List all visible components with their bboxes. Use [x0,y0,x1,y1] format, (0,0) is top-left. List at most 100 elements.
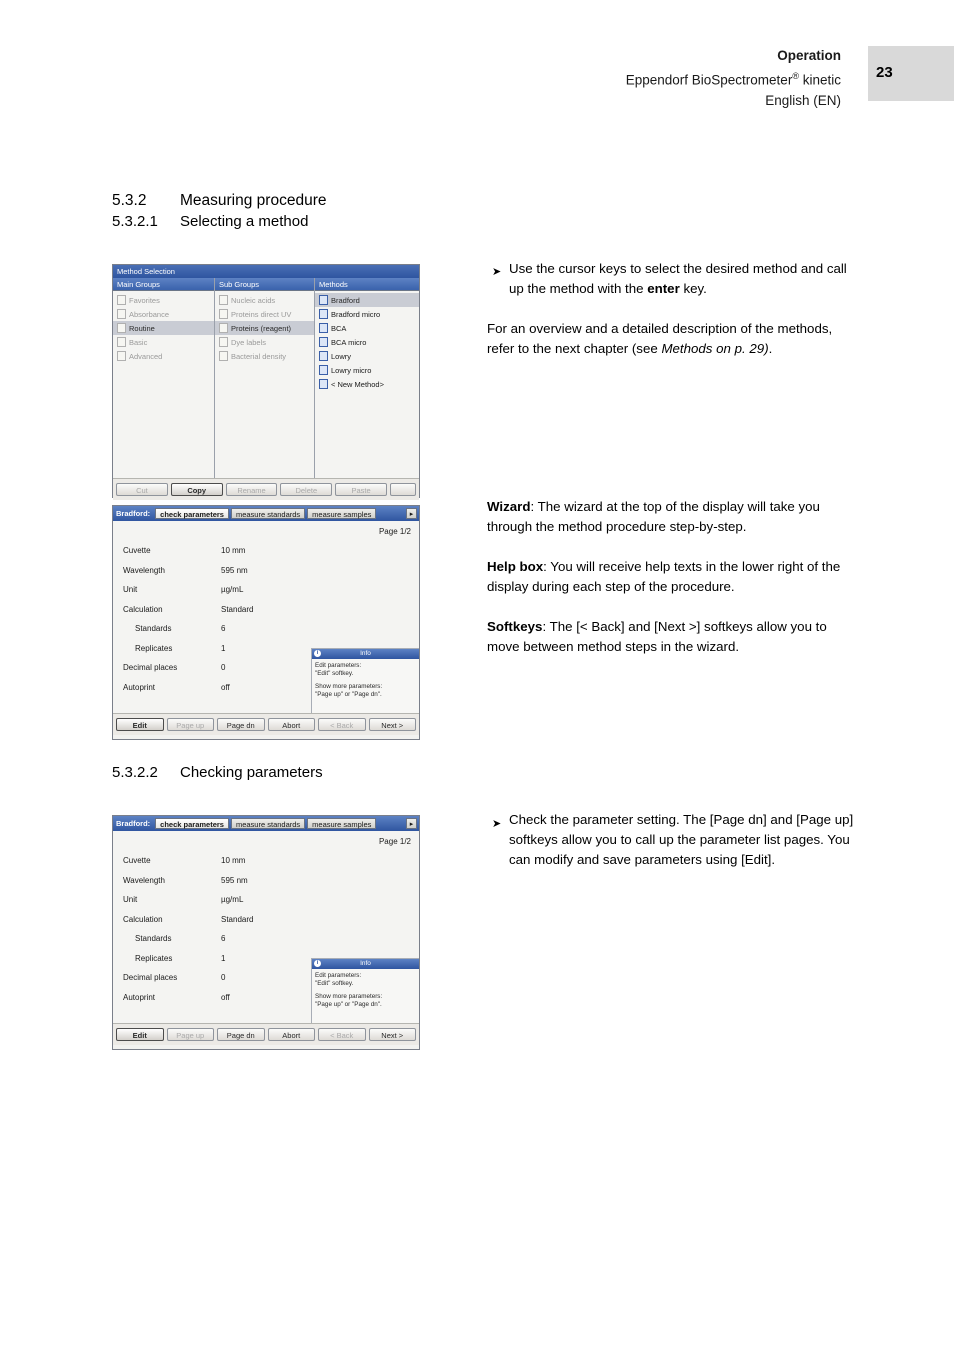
method-lowry-micro[interactable]: Lowry micro [315,363,419,377]
empty-softkey[interactable] [389,483,416,496]
methods-reference-link: Methods on p. 29) [661,341,769,356]
tab-measure-standards-1[interactable]: measure standards [230,508,306,519]
page-indicator-1: Page 1/2 [378,527,411,536]
method-bradford[interactable]: Bradford [315,293,419,307]
folder-icon [117,337,126,347]
wizard-text: : The wizard at the top of the display w… [487,499,820,534]
info-box-title-2: Info [360,960,371,967]
tab-measure-samples-1[interactable]: measure samples [307,508,377,519]
param-value-cuvette-2: 10 mm [221,856,246,866]
param-value-unit-1: µg/mL [221,585,244,595]
info-line-1-2: Edit parameters: [315,972,362,979]
header-line-operation: Operation [777,48,841,63]
wizard-description: Wizard: The wizard at the top of the dis… [487,497,854,537]
copy-button[interactable]: Copy [170,483,223,496]
info-line-2-1: "Edit" softkey. [315,670,354,677]
abort-softkey-1[interactable]: Abort [267,718,315,731]
wizard-method-name-2: Bradford: [116,819,151,828]
info-line-group-1b: Show more parameters: "Page up" or "Page… [315,683,416,699]
param-name-standards-2: Standards [135,934,172,944]
sub-group-proteins-reagent[interactable]: Proteins (reagent) [215,321,314,335]
chevron-right-icon[interactable]: ▸ [406,508,417,519]
param-name-cuvette-2: Cuvette [123,856,151,866]
page-header: Operation Eppendorf BioSpectrometer® kin… [0,46,954,110]
method-bca-micro[interactable]: BCA micro [315,335,419,349]
tab-check-parameters-2[interactable]: check parameters [155,818,229,829]
param-value-decimal-places-1: 0 [221,663,226,673]
edit-softkey-2[interactable]: Edit [116,1028,164,1041]
main-group-advanced[interactable]: Advanced [113,349,214,363]
param-value-standards-1: 6 [221,624,226,634]
next-softkey-1[interactable]: Next > [368,718,416,731]
method-new-method[interactable]: < New Method> [315,377,419,391]
folder-icon [219,309,228,319]
section-532-title: Measuring procedure [180,192,327,209]
section-5322-number: 5.3.2.2 [112,764,158,781]
page-number: 23 [876,64,893,81]
method-bradford-micro[interactable]: Bradford micro [315,307,419,321]
next-softkey-2[interactable]: Next > [368,1028,416,1041]
column-header-methods: Methods [315,278,419,291]
helpbox-label: Help box [487,559,544,574]
abort-softkey-2[interactable]: Abort [267,1028,315,1041]
tab-measure-standards-2[interactable]: measure standards [230,818,306,829]
param-row-calculation-2: Calculation Standard [113,910,419,930]
main-group-favorites[interactable]: Favorites [113,293,214,307]
header-product-post: kinetic [798,72,841,88]
param-name-wavelength-1: Wavelength [123,565,165,575]
back-softkey-2[interactable]: < Back [318,1028,366,1041]
sub-group-nucleic-acids[interactable]: Nucleic acids [215,293,314,307]
sub-group-proteins-direct-uv[interactable]: Proteins direct UV [215,307,314,321]
param-row-cuvette-2: Cuvette 10 mm [113,851,419,871]
param-value-autoprint-1: off [221,682,230,692]
chevron-right-icon[interactable]: ▸ [406,818,417,829]
param-name-calculation-2: Calculation [123,914,163,924]
info-line-group-2b: Show more parameters: "Page up" or "Page… [315,993,416,1009]
method-lowry-micro-label: Lowry micro [331,365,372,375]
method-selection-screenshot: Method Selection Main Groups Favorites A… [112,264,420,500]
back-softkey-1[interactable]: < Back [318,718,366,731]
method-bca[interactable]: BCA [315,321,419,335]
column-methods: Methods Bradford Bradford micro BCA BCA … [315,278,419,478]
page-up-softkey-2[interactable]: Page up [166,1028,214,1041]
param-row-unit-2: Unit µg/mL [113,890,419,910]
param-row-unit-1: Unit µg/mL [113,580,419,600]
rename-button[interactable]: Rename [225,483,278,496]
main-group-basic[interactable]: Basic [113,335,214,349]
param-value-cuvette-1: 10 mm [221,546,246,556]
param-name-unit-2: Unit [123,895,138,905]
edit-softkey-1[interactable]: Edit [116,718,164,731]
sub-group-proteins-direct-uv-label: Proteins direct UV [231,309,292,319]
param-value-standards-2: 6 [221,934,226,944]
param-name-unit-1: Unit [123,585,138,595]
wizard-tabbar-2: Bradford: check parameters measure stand… [113,816,419,831]
header-line-language: English (EN) [765,92,841,108]
sub-group-dye-labels[interactable]: Dye labels [215,335,314,349]
param-value-calculation-1: Standard [221,604,254,614]
paste-button[interactable]: Paste [335,483,387,496]
cut-button[interactable]: Cut [116,483,168,496]
param-name-replicates-1: Replicates [135,643,173,653]
page-dn-softkey-1[interactable]: Page dn [217,718,265,731]
wizard-screenshot-1: Bradford: check parameters measure stand… [112,505,420,740]
column-sub-groups: Sub Groups Nucleic acids Proteins direct… [215,278,315,478]
tab-check-parameters-1[interactable]: check parameters [155,508,229,519]
info-line-group-2a: Edit parameters: "Edit" softkey. [315,972,416,988]
delete-button[interactable]: Delete [280,483,333,496]
main-group-routine[interactable]: Routine [113,321,214,335]
method-bradford-micro-label: Bradford micro [331,309,381,319]
param-value-wavelength-1: 595 nm [221,565,248,575]
wizard-body-1: Page 1/2 Cuvette 10 mm Wavelength 595 nm… [113,521,419,713]
method-lowry[interactable]: Lowry [315,349,419,363]
methods-reference-post: . [768,341,773,356]
param-name-decimal-places-2: Decimal places [123,973,178,983]
page-up-softkey-1[interactable]: Page up [166,718,214,731]
sub-group-bacterial-density[interactable]: Bacterial density [215,349,314,363]
param-name-replicates-2: Replicates [135,953,173,963]
param-value-calculation-2: Standard [221,914,254,924]
page-dn-softkey-2[interactable]: Page dn [217,1028,265,1041]
param-name-autoprint-2: Autoprint [123,992,156,1002]
page-indicator-2: Page 1/2 [378,837,411,846]
tab-measure-samples-2[interactable]: measure samples [307,818,377,829]
main-group-absorbance[interactable]: Absorbance [113,307,214,321]
